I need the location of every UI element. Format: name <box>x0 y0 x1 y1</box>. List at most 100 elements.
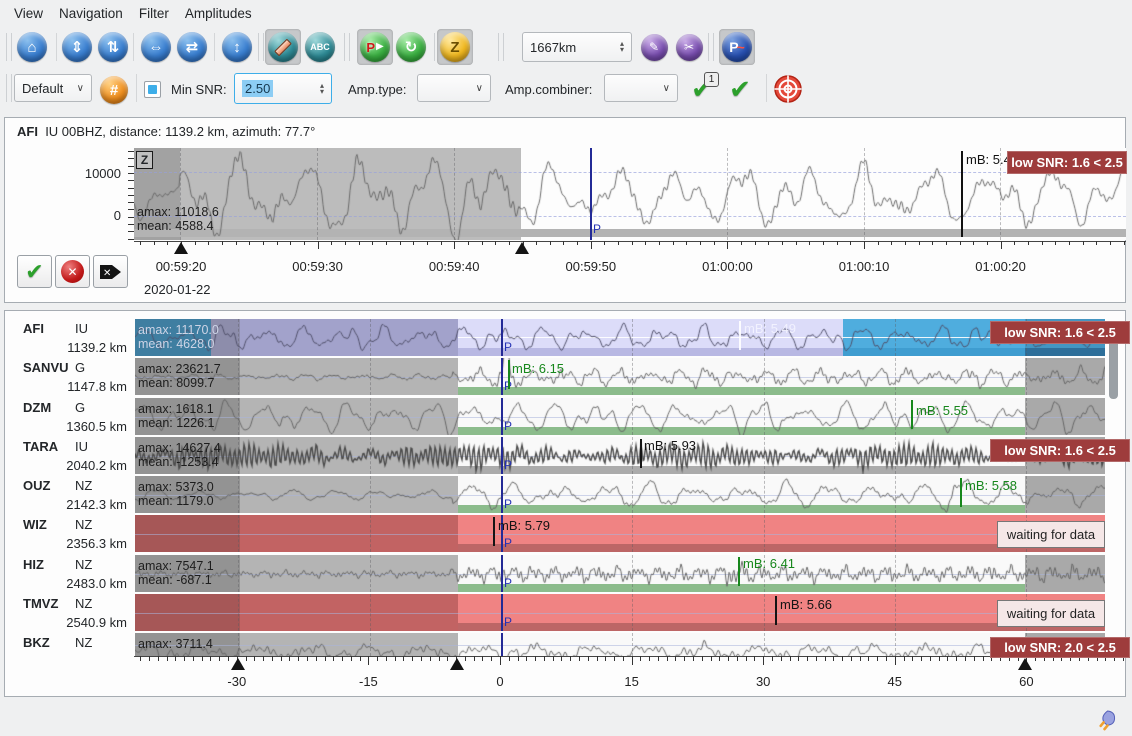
mb-marker-line[interactable] <box>640 439 642 468</box>
align-on-pick-button[interactable]: ↻ <box>393 29 429 65</box>
trace-row-wiz[interactable]: WIZNZ2356.3 kmPmB: 5.79waiting for data <box>5 515 1127 552</box>
min-snr-spinbox[interactable]: 2.50 ▴▾ <box>234 73 332 104</box>
compute-one-amplitude-button[interactable]: ✔ 1 <box>684 71 720 107</box>
axis-tick <box>987 241 988 245</box>
toolbar-handle[interactable] <box>6 74 12 102</box>
trace-area[interactable]: amax: 5373.0mean: 1179.0PmB: 5.58 <box>135 476 1105 513</box>
trace-area[interactable]: PmB: 5.66 <box>135 594 1105 631</box>
fit-vertical-button[interactable]: ⇅ <box>95 29 131 65</box>
chevron-down-icon: ∨ <box>663 83 670 94</box>
menu-filter[interactable]: Filter <box>135 6 181 21</box>
axis-tick <box>605 656 606 661</box>
trace-row-hiz[interactable]: HIZNZ2483.0 kmamax: 7547.1mean: -687.1Pm… <box>5 555 1127 592</box>
svg-text:✕: ✕ <box>103 268 111 279</box>
p-pick-line[interactable] <box>501 319 503 356</box>
component-z-button[interactable]: Z <box>437 29 473 65</box>
application-window: View Navigation Filter Amplitudes 1667km… <box>0 0 1132 736</box>
cut-window-button[interactable]: ✂ <box>671 29 707 65</box>
mb-marker-line[interactable] <box>911 400 913 429</box>
axis-tick <box>837 241 838 245</box>
trace-area[interactable]: amax: 7547.1mean: -687.1PmB: 6.41 <box>135 555 1105 592</box>
p-pick-line[interactable] <box>501 594 503 631</box>
p-pick-line[interactable] <box>501 437 503 474</box>
axis-tick <box>714 241 715 245</box>
recompute-amplitudes-button[interactable]: P~ <box>719 29 755 65</box>
trace-row-dzm[interactable]: DZMG1360.5 kmamax: 1618.1mean: 1226.1PmB… <box>5 398 1127 435</box>
zoom-horizontal-button[interactable]: ⇔ <box>138 29 174 65</box>
gridline <box>238 594 239 631</box>
menu-view[interactable]: View <box>10 6 55 21</box>
toolbar-separator <box>6 33 12 61</box>
show-phases-icon: P▶ <box>360 32 390 62</box>
zoom-vertical-button[interactable]: ⇕ <box>59 29 95 65</box>
mb-marker-line[interactable] <box>961 151 963 237</box>
axis-tick <box>728 656 729 661</box>
trace-row-sanvu[interactable]: SANVUG1147.8 kmamax: 23621.7mean: 8099.7… <box>5 358 1127 395</box>
accept-amplitude-button[interactable]: ✔ <box>17 255 52 288</box>
axis-tick <box>768 241 769 245</box>
menu-amplitudes[interactable]: Amplitudes <box>181 6 264 21</box>
network-code: NZ <box>75 596 92 611</box>
mb-marker-line[interactable] <box>739 321 741 350</box>
p-pick-line[interactable] <box>501 358 503 395</box>
mb-marker-line[interactable] <box>508 360 510 389</box>
main-waveform[interactable]: Zamax: 11018.6mean: 4588.4PmB: 5.4low SN… <box>134 148 1126 240</box>
home-button[interactable]: ⌂ <box>14 29 50 65</box>
network-code: IU <box>75 321 88 336</box>
trace-area[interactable]: amax: 11170.0mean: 4628.0PmB: 5.49 <box>135 319 1105 356</box>
measure-amplitude-button[interactable] <box>265 29 301 65</box>
trace-area[interactable]: amax: 3711.4 <box>135 633 1105 656</box>
draw-pick-button[interactable]: ✎ <box>636 29 672 65</box>
axis-tick <box>331 241 332 245</box>
p-pick-line[interactable] <box>590 148 592 240</box>
window-end-marker[interactable] <box>515 242 529 254</box>
normalize-amplitudes-button[interactable]: ↕ <box>219 29 255 65</box>
show-phases-button[interactable]: P▶ <box>357 29 393 65</box>
min-snr-checkbox[interactable] <box>144 81 161 98</box>
filter-hash-button[interactable]: # <box>96 72 132 108</box>
signal-end-marker[interactable] <box>1018 658 1032 670</box>
skip-trace-button[interactable]: ✕ <box>93 255 128 288</box>
trace-area[interactable]: PmB: 5.79 <box>135 515 1105 552</box>
trace-area[interactable]: amax: 23621.7mean: 8099.7PmB: 6.15 <box>135 358 1105 395</box>
trace-row-tmvz[interactable]: TMVZNZ2540.9 kmPmB: 5.66waiting for data <box>5 594 1127 631</box>
trace-area[interactable]: amax: 1618.1mean: 1226.1PmB: 5.55 <box>135 398 1105 435</box>
axis-tick <box>649 656 650 661</box>
fit-horizontal-button[interactable]: ⇄ <box>174 29 210 65</box>
profile-combobox[interactable]: Default ∨ <box>14 74 92 102</box>
compute-amplitudes-button[interactable]: ✔ <box>722 71 758 107</box>
mb-marker-line[interactable] <box>960 478 962 507</box>
axis-tick <box>842 656 843 661</box>
trace-row-tara[interactable]: TARAIU2040.2 kmamax: 14627.4mean: -1253.… <box>5 437 1127 474</box>
signal-start-marker[interactable] <box>450 658 464 670</box>
axis-tick <box>149 656 150 661</box>
amp-type-combobox[interactable]: ∨ <box>417 74 491 102</box>
trace-row-afi[interactable]: AFIIU1139.2 kmamax: 11170.0mean: 4628.0P… <box>5 319 1127 356</box>
axis-tick <box>277 241 278 245</box>
p-pick-line[interactable] <box>501 398 503 435</box>
reject-amplitude-button[interactable]: ✕ <box>55 255 90 288</box>
distance-spinbox[interactable]: 1667km ▴▾ <box>522 32 632 62</box>
amp-combiner-combobox[interactable]: ∨ <box>604 74 678 102</box>
station-labels-button[interactable]: ABC <box>302 29 338 65</box>
p-pick-line[interactable] <box>501 555 503 592</box>
commit-magnitude-button[interactable] <box>770 71 806 107</box>
p-pick-line[interactable] <box>501 476 503 513</box>
amax-label: amax: 14627.4 <box>138 441 221 455</box>
mb-marker-line[interactable] <box>493 517 495 546</box>
trace-row-bkz[interactable]: BKZNZamax: 3711.4low SNR: 2.0 < 2.5 <box>5 633 1127 656</box>
mb-marker-line[interactable] <box>738 557 740 586</box>
p-pick-line[interactable] <box>501 633 503 656</box>
axis-tick <box>850 241 851 245</box>
trace-row-ouz[interactable]: OUZNZ2142.3 kmamax: 5373.0mean: 1179.0Pm… <box>5 476 1127 513</box>
spin-arrows-icon[interactable]: ▴▾ <box>620 41 624 53</box>
axis-tick <box>421 656 422 661</box>
noise-window-marker[interactable] <box>231 658 245 670</box>
mb-marker-line[interactable] <box>775 596 777 625</box>
trace-area[interactable]: amax: 14627.4mean: -1253.4PmB: 5.93 <box>135 437 1105 474</box>
axis-tick <box>727 241 728 249</box>
station-code: WIZ <box>23 517 47 532</box>
window-start-marker[interactable] <box>174 242 188 254</box>
menu-navigation[interactable]: Navigation <box>55 6 135 21</box>
spin-arrows-icon[interactable]: ▴▾ <box>320 83 324 95</box>
